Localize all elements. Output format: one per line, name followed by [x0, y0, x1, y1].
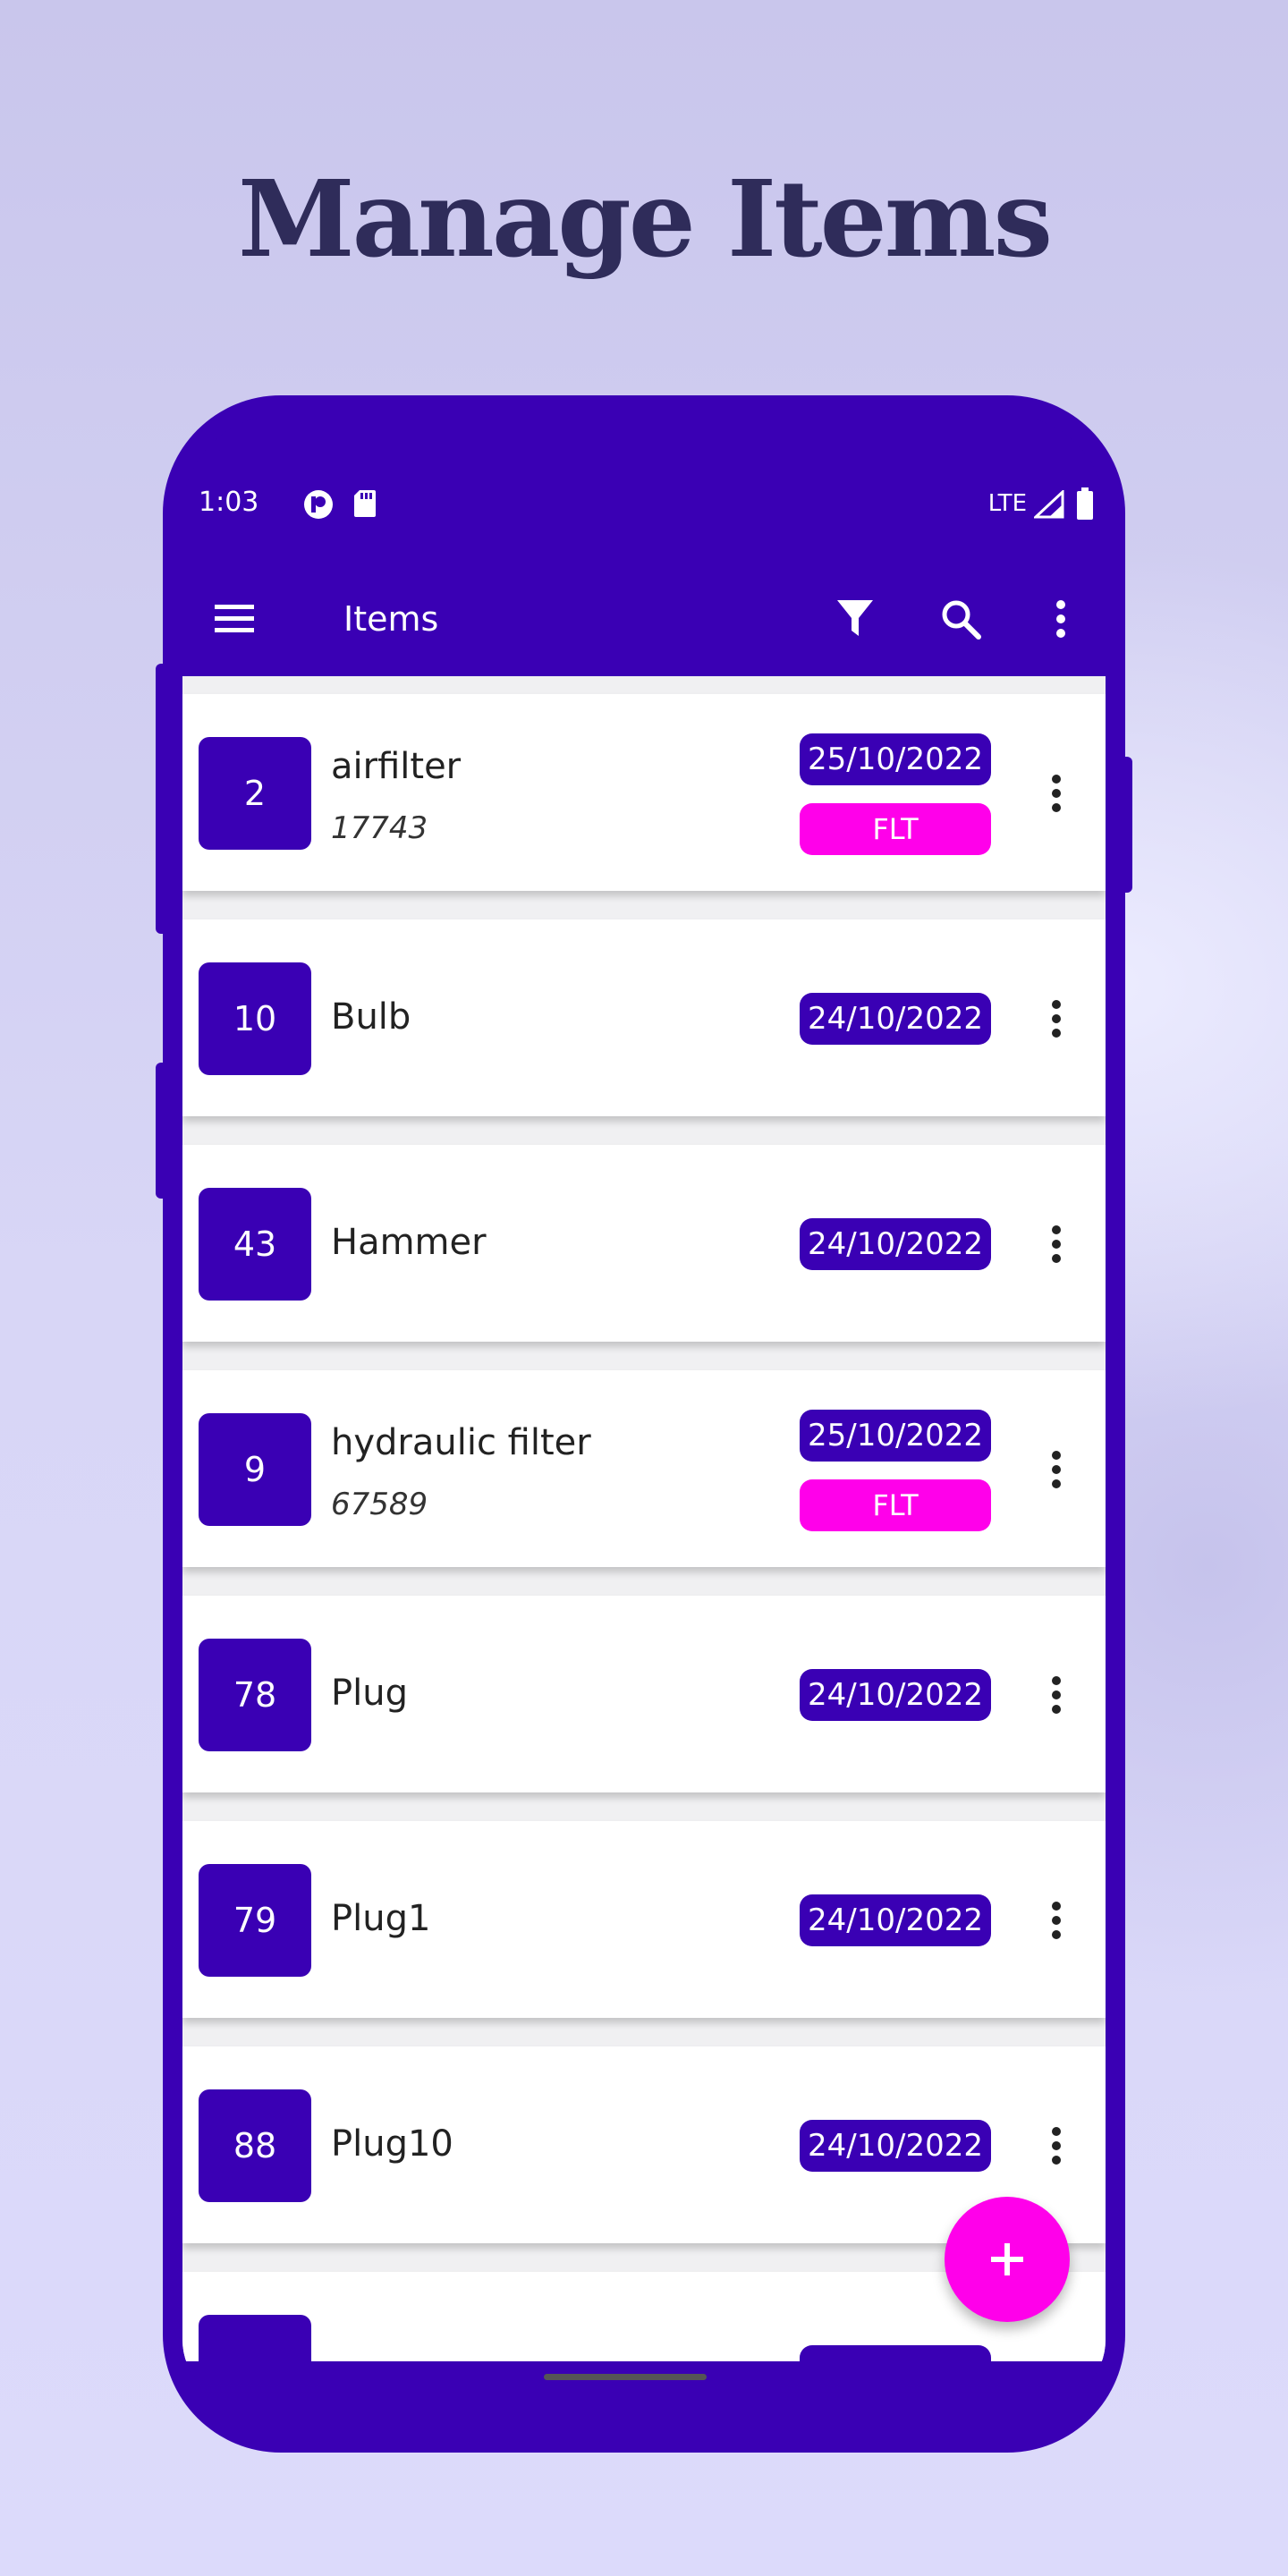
menu-button[interactable]: [199, 583, 270, 655]
item-name: Bulb: [331, 996, 411, 1038]
item-name: Plug: [331, 1673, 408, 1714]
date-badge: 24/10/2022: [800, 1894, 991, 1946]
phone-frame: 1:03 LTE Items 2 airfilter 17743 25/10/2…: [163, 395, 1125, 2453]
quantity-box: 10: [199, 962, 311, 1075]
quantity-box: 2: [199, 737, 311, 850]
date-badge: 24/10/2022: [800, 1669, 991, 1721]
date-badge: 24/10/2022: [800, 1218, 991, 1270]
list-item[interactable]: 9 hydraulic filter 67589 25/10/2022 FLT: [182, 1370, 1106, 1567]
more-vert-icon: [1052, 1676, 1061, 1714]
signal-icon: [1032, 488, 1064, 522]
page-title: Manage Items: [237, 157, 1053, 281]
home-indicator[interactable]: [544, 2374, 707, 2380]
more-vert-icon: [1052, 2127, 1061, 2165]
item-code: 67589: [331, 1487, 428, 1522]
app-bar-title: Items: [343, 599, 439, 639]
date-badge: 25/10/2022: [800, 1410, 991, 1462]
quantity-box: [199, 2315, 311, 2361]
more-vert-icon: [1052, 775, 1061, 812]
more-vert-icon: [1052, 1000, 1061, 1038]
list-item[interactable]: 2 airfilter 17743 25/10/2022 FLT: [182, 694, 1106, 891]
quantity-box: 78: [199, 1639, 311, 1751]
date-badge: 24/10/2022: [800, 2120, 991, 2172]
flt-badge: FLT: [800, 1479, 991, 1531]
date-badge: 25/10/2022: [800, 733, 991, 785]
item-more-button[interactable]: [1034, 1664, 1079, 1726]
item-more-button[interactable]: [1034, 2114, 1079, 2177]
items-list: 2 airfilter 17743 25/10/2022 FLT 10 Bulb…: [182, 676, 1106, 2361]
filter-button[interactable]: [819, 583, 891, 655]
item-name: Hammer: [331, 1222, 487, 1263]
list-item[interactable]: 10 Bulb 24/10/2022: [182, 919, 1106, 1116]
quantity-box: 43: [199, 1188, 311, 1301]
more-vert-icon: [1052, 1902, 1061, 1939]
more-vert-icon: [1052, 1225, 1061, 1263]
quantity-box: 9: [199, 1413, 311, 1526]
item-name: hydraulic filter: [331, 1422, 591, 1463]
date-badge: 24/10/2022: [800, 993, 991, 1045]
list-item[interactable]: 78 Plug 24/10/2022: [182, 1596, 1106, 1792]
item-code: 17743: [331, 810, 428, 846]
item-more-button[interactable]: [1034, 987, 1079, 1050]
status-time: 1:03: [199, 487, 259, 518]
date-badge: [800, 2345, 991, 2361]
add-item-button[interactable]: [945, 2197, 1070, 2322]
menu-icon: [215, 605, 254, 632]
item-more-button[interactable]: [1034, 1213, 1079, 1275]
item-more-button[interactable]: [1034, 762, 1079, 825]
app-bar: Items: [182, 558, 1106, 676]
item-name: Plug1: [331, 1898, 431, 1939]
more-vert-icon: [1056, 600, 1065, 638]
phone-side-button: [156, 664, 170, 934]
item-name: airfilter: [331, 746, 462, 787]
list-item[interactable]: 79 Plug1 24/10/2022: [182, 1821, 1106, 2018]
quantity-box: 88: [199, 2089, 311, 2202]
item-name: Plug10: [331, 2123, 453, 2165]
phone-screen: 1:03 LTE Items 2 airfilter 17743 25/10/2…: [182, 415, 1106, 2404]
search-button[interactable]: [925, 583, 996, 655]
overflow-menu-button[interactable]: [1025, 583, 1097, 655]
sd-card-icon: [352, 488, 377, 522]
quantity-box: 79: [199, 1864, 311, 1977]
status-bar: 1:03 LTE: [182, 469, 1106, 540]
plus-icon: [991, 2243, 1023, 2275]
network-type: LTE: [987, 490, 1027, 517]
notification-icon: [302, 488, 335, 524]
item-more-button[interactable]: [1034, 1889, 1079, 1952]
item-more-button[interactable]: [1034, 1438, 1079, 1501]
filter-icon: [837, 600, 873, 636]
flt-badge: FLT: [800, 803, 991, 855]
list-item[interactable]: 43 Hammer 24/10/2022: [182, 1145, 1106, 1342]
phone-power-button: [1118, 757, 1132, 893]
battery-icon: [1075, 487, 1095, 524]
phone-side-button: [156, 1063, 170, 1199]
search-icon: [942, 600, 981, 640]
more-vert-icon: [1052, 1451, 1061, 1488]
